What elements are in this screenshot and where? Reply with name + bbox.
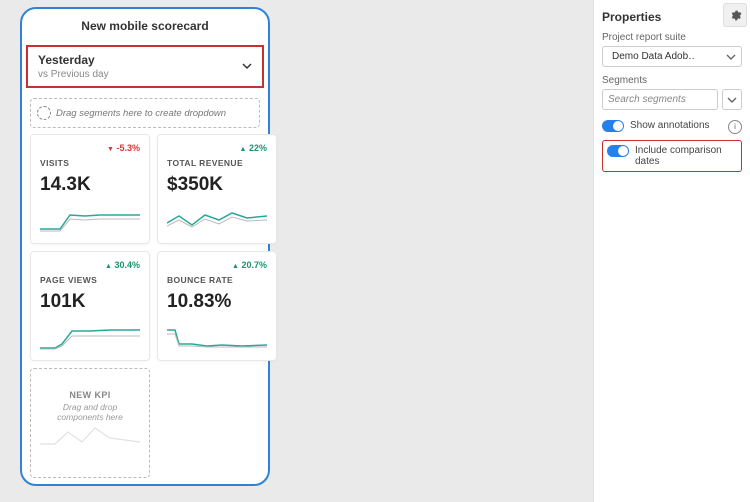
chevron-down-icon bbox=[727, 95, 737, 105]
show-annotations-label: Show annotations bbox=[630, 120, 710, 131]
date-range-primary: Yesterday bbox=[38, 53, 252, 67]
segments-search-input[interactable]: Search segments bbox=[602, 89, 718, 110]
include-comparison-highlight: Include comparison dates bbox=[602, 140, 742, 172]
kpi-value: $350K bbox=[167, 174, 267, 196]
canvas-area: New mobile scorecard Yesterday vs Previo… bbox=[0, 0, 593, 502]
segments-label: Segments bbox=[602, 75, 742, 86]
kpi-label: BOUNCE RATE bbox=[167, 275, 267, 285]
new-kpi-label: NEW KPI bbox=[40, 390, 140, 400]
segments-drop-hint: Drag segments here to create dropdown bbox=[56, 108, 226, 119]
report-suite-value: Demo Data Adob… bbox=[612, 51, 694, 62]
kpi-card-visits[interactable]: ▼ -5.3% VISITS 14.3K bbox=[30, 134, 150, 244]
kpi-delta: ▲ 30.4% bbox=[40, 260, 140, 270]
scorecard-title: New mobile scorecard bbox=[22, 9, 268, 41]
mobile-scorecard[interactable]: New mobile scorecard Yesterday vs Previo… bbox=[20, 7, 270, 486]
kpi-label: TOTAL REVENUE bbox=[167, 158, 267, 168]
sparkline bbox=[167, 207, 267, 235]
chevron-down-icon bbox=[726, 52, 736, 62]
kpi-card-bounce[interactable]: ▲ 20.7% BOUNCE RATE 10.83% bbox=[157, 251, 277, 361]
report-suite-label: Project report suite bbox=[602, 32, 742, 43]
segments-dropdown-button[interactable] bbox=[722, 89, 742, 110]
sparkline bbox=[40, 324, 140, 352]
kpi-value: 14.3K bbox=[40, 174, 140, 196]
kpi-delta: ▲ 22% bbox=[167, 143, 267, 153]
include-comparison-label: Include comparison dates bbox=[635, 145, 737, 167]
include-comparison-toggle[interactable] bbox=[607, 145, 629, 157]
kpi-value: 101K bbox=[40, 291, 140, 313]
date-range-selector[interactable]: Yesterday vs Previous day bbox=[26, 45, 264, 88]
kpi-delta: ▲ 20.7% bbox=[167, 260, 267, 270]
kpi-delta: ▼ -5.3% bbox=[40, 143, 140, 153]
show-annotations-toggle[interactable] bbox=[602, 120, 624, 132]
kpi-label: VISITS bbox=[40, 158, 140, 168]
segments-dropzone[interactable]: Drag segments here to create dropdown bbox=[30, 98, 260, 128]
sparkline bbox=[40, 207, 140, 235]
segment-target-icon bbox=[37, 106, 51, 120]
chevron-down-icon bbox=[242, 60, 252, 74]
date-range-comparison: vs Previous day bbox=[38, 69, 252, 80]
kpi-label: PAGE VIEWS bbox=[40, 275, 140, 285]
kpi-card-revenue[interactable]: ▲ 22% TOTAL REVENUE $350K bbox=[157, 134, 277, 244]
properties-panel: Properties Project report suite Demo Dat… bbox=[593, 0, 750, 502]
settings-button[interactable] bbox=[723, 3, 747, 27]
properties-title: Properties bbox=[602, 10, 742, 24]
new-kpi-hint: Drag and drop components here bbox=[40, 402, 140, 422]
kpi-value: 10.83% bbox=[167, 291, 267, 313]
kpi-card-pageviews[interactable]: ▲ 30.4% PAGE VIEWS 101K bbox=[30, 251, 150, 361]
sparkline bbox=[167, 324, 267, 352]
sparkline-placeholder bbox=[40, 424, 140, 452]
show-annotations-toggle-row: Show annotations i bbox=[602, 120, 742, 134]
info-icon[interactable]: i bbox=[728, 120, 742, 134]
kpi-grid: ▼ -5.3% VISITS 14.3K ▲ 22% TOTAL REVENUE… bbox=[22, 134, 268, 478]
gear-icon bbox=[729, 9, 742, 22]
report-suite-select[interactable]: Demo Data Adob… bbox=[602, 46, 742, 67]
kpi-card-new[interactable]: NEW KPI Drag and drop components here bbox=[30, 368, 150, 478]
